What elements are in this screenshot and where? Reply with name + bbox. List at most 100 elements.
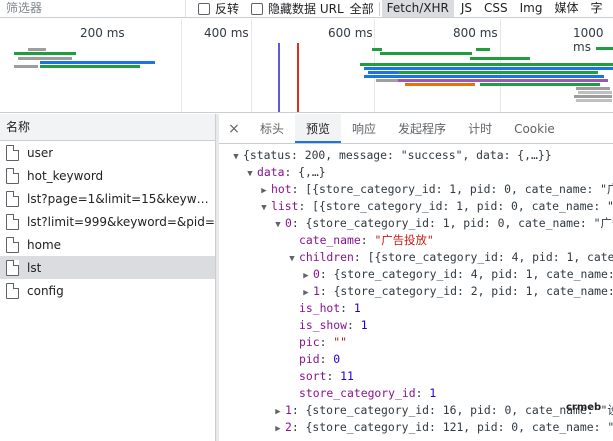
json-preview-tree: ▼ {status: 200, message: "success", data:… bbox=[219, 144, 613, 436]
tick-line bbox=[374, 19, 375, 112]
tab-response[interactable]: 响应 bbox=[341, 114, 387, 143]
name-column-header[interactable]: 名称 bbox=[0, 114, 215, 141]
invert-checkbox[interactable]: 反转 bbox=[198, 0, 239, 17]
tree-key: 0 bbox=[313, 267, 320, 281]
tree-summary: {status: 200, message: "success", data: … bbox=[243, 148, 552, 162]
filter-type-js[interactable]: JS bbox=[456, 0, 477, 17]
tree-row[interactable]: ▼ {status: 200, message: "success", data:… bbox=[219, 147, 613, 164]
details-tabbar: × 标头 预览 响应 发起程序 计时 Cookie bbox=[219, 114, 613, 144]
tree-value: "" bbox=[333, 335, 348, 349]
request-bar bbox=[596, 47, 613, 50]
request-row[interactable]: config bbox=[0, 279, 215, 302]
tree-row[interactable]: ▶ 0: {store_category_id: 4, pid: 1, cate_… bbox=[219, 266, 613, 283]
checkbox-box[interactable] bbox=[198, 2, 210, 15]
tree-row[interactable]: ▶ 1: {store_category_id: 16, pid: 0, cate… bbox=[219, 402, 613, 419]
tree-row: pic: "" bbox=[219, 334, 613, 351]
request-bar bbox=[398, 71, 598, 74]
document-icon bbox=[6, 259, 19, 276]
filter-type-all[interactable]: 全部 bbox=[350, 0, 374, 17]
tab-timing[interactable]: 计时 bbox=[457, 114, 503, 143]
tree-key: sort bbox=[299, 369, 327, 383]
hide-data-urls-label: 隐藏数据 URL bbox=[268, 2, 344, 16]
filter-type-font[interactable]: 字 bbox=[585, 0, 607, 17]
load-line bbox=[297, 43, 299, 112]
tree-summary: {store_category_id: 2, pid: 1, cate_name… bbox=[333, 284, 613, 298]
document-icon bbox=[6, 282, 19, 299]
request-bar bbox=[376, 79, 398, 82]
tab-cookies[interactable]: Cookie bbox=[503, 114, 566, 143]
colon: : bbox=[284, 165, 299, 179]
request-bar bbox=[480, 83, 600, 86]
document-icon bbox=[6, 213, 19, 230]
request-bar bbox=[574, 95, 612, 98]
tree-key: list bbox=[271, 199, 299, 213]
close-icon[interactable]: × bbox=[219, 114, 249, 143]
request-list: 名称 user hot_keyword lst?page=1&limit=15&ke… bbox=[0, 114, 216, 441]
colon: : bbox=[353, 250, 368, 264]
tree-key: is_show bbox=[299, 318, 348, 332]
filter-type-fetch-xhr[interactable]: Fetch/XHR bbox=[381, 0, 454, 17]
network-overview[interactable]: 200 ms 400 ms 600 ms 800 ms 1000 ms bbox=[0, 19, 613, 113]
tree-row[interactable]: ▼ 0: {store_category_id: 1, pid: 0, cate_… bbox=[219, 215, 613, 232]
tree-row[interactable]: ▼ children: [{store_category_id: 4, pid: … bbox=[219, 249, 613, 266]
tree-value: 1 bbox=[360, 318, 368, 332]
request-row[interactable]: home bbox=[0, 233, 215, 256]
tree-row: is_show: 1 bbox=[219, 317, 613, 334]
colon: : bbox=[347, 318, 361, 332]
dom-content-loaded-line bbox=[278, 43, 280, 112]
tree-row[interactable]: ▶ 1: {store_category_id: 2, pid: 1, cate_… bbox=[219, 283, 613, 300]
request-row[interactable]: hot_keyword bbox=[0, 164, 215, 187]
tree-key: is_hot bbox=[299, 301, 341, 315]
request-row[interactable]: lst?page=1&limit=15&keyword=&pid=3 bbox=[0, 187, 215, 210]
tree-row[interactable]: ▼ list: [{store_category_id: 1, pid: 0, c… bbox=[219, 198, 613, 215]
request-bar bbox=[364, 75, 604, 78]
hide-data-urls-checkbox[interactable]: 隐藏数据 URL bbox=[251, 0, 344, 17]
tree-key: 2 bbox=[285, 420, 292, 434]
tree-summary: [{store_category_id: 4, pid: 1, cate_nam… bbox=[367, 250, 613, 264]
tab-headers[interactable]: 标头 bbox=[249, 114, 295, 143]
colon: : bbox=[291, 182, 306, 196]
collapsed-triangle-icon[interactable]: ▶ bbox=[271, 421, 285, 438]
request-bar bbox=[398, 79, 608, 82]
request-bar bbox=[576, 99, 612, 102]
request-bar bbox=[576, 87, 610, 90]
request-bar bbox=[578, 91, 612, 94]
tree-summary: [{store_category_id: 1, pid: 0, cate_nam… bbox=[312, 199, 613, 213]
colon: : bbox=[326, 369, 341, 383]
request-bar bbox=[368, 71, 398, 74]
tick-label: 400 ms bbox=[204, 26, 249, 40]
request-row[interactable]: lst?limit=999&keyword=&pid= bbox=[0, 210, 215, 233]
colon: : bbox=[298, 199, 313, 213]
tree-row[interactable]: ▶ 2: {store_category_id: 121, pid: 0, cat… bbox=[219, 419, 613, 436]
colon: : bbox=[291, 403, 306, 417]
tick-line bbox=[251, 19, 252, 112]
colon: : bbox=[319, 284, 334, 298]
tree-value: 1 bbox=[353, 301, 361, 315]
filter-bar: 筛选器 反转 隐藏数据 URL 全部 Fetch/XHR JS CSS Img … bbox=[0, 0, 613, 18]
tree-row[interactable]: ▼ data: {,…} bbox=[219, 164, 613, 181]
colon: : bbox=[319, 352, 334, 366]
checkbox-box[interactable] bbox=[251, 2, 264, 15]
filter-type-img[interactable]: Img bbox=[515, 0, 548, 17]
filter-type-media[interactable]: 媒体 bbox=[549, 0, 583, 17]
request-row[interactable]: lst bbox=[0, 256, 215, 279]
request-row[interactable]: user bbox=[0, 141, 215, 164]
tree-key: 1 bbox=[313, 284, 320, 298]
colon: : bbox=[360, 233, 375, 247]
tree-key: store_category_id bbox=[299, 386, 416, 400]
filter-input[interactable]: 筛选器 bbox=[0, 0, 186, 17]
tree-value: 0 bbox=[333, 352, 341, 366]
request-bar bbox=[18, 57, 72, 60]
tree-value: 11 bbox=[340, 369, 354, 383]
tree-row[interactable]: ▶ hot: [{store_category_id: 1, pid: 0, ca… bbox=[219, 181, 613, 198]
document-icon bbox=[6, 167, 19, 184]
tab-initiator[interactable]: 发起程序 bbox=[387, 114, 457, 143]
colon: : bbox=[291, 216, 306, 230]
filter-type-css[interactable]: CSS bbox=[479, 0, 513, 17]
request-bar bbox=[372, 48, 382, 51]
tab-preview[interactable]: 预览 bbox=[295, 114, 342, 143]
document-icon bbox=[6, 236, 19, 253]
colon: : bbox=[415, 386, 430, 400]
request-bar bbox=[28, 48, 46, 51]
request-name: lst?page=1&limit=15&keyword=&pid=3 bbox=[27, 191, 215, 206]
